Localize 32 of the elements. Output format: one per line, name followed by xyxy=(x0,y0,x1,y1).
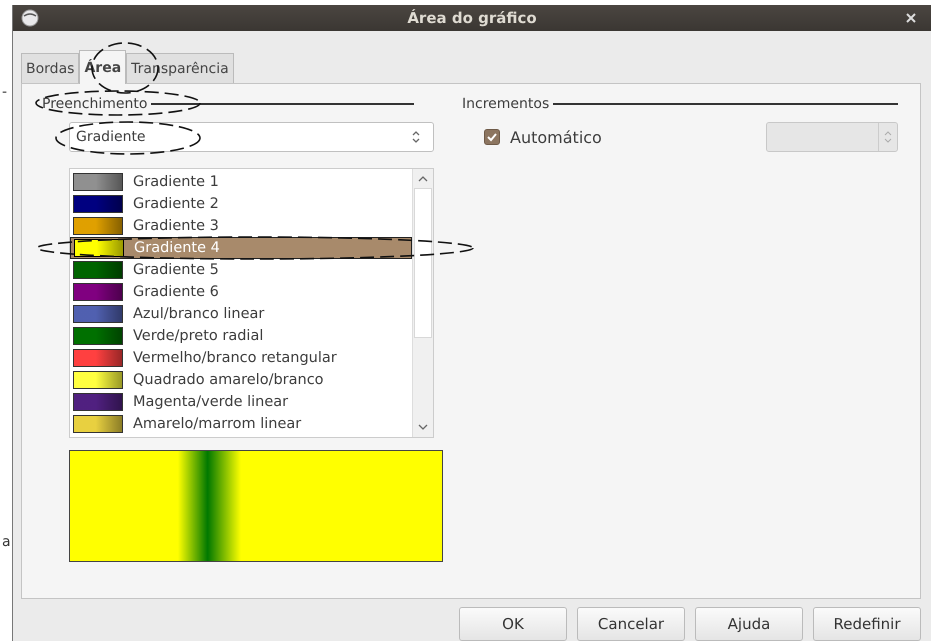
tab[interactable]: Bordas xyxy=(21,53,80,83)
list-item[interactable]: Vermelho/branco retangular xyxy=(70,347,412,369)
app-icon xyxy=(21,9,39,27)
list-item[interactable]: Amarelo/marrom linear xyxy=(70,413,412,435)
list-item[interactable]: Gradiente 5 xyxy=(70,259,412,281)
dialog-button[interactable]: Redefinir xyxy=(813,607,921,641)
window-title: Área do gráfico xyxy=(406,9,538,27)
dialog-button[interactable]: Cancelar xyxy=(577,607,685,641)
list-item[interactable]: Verde/preto radial xyxy=(70,325,412,347)
close-icon[interactable] xyxy=(905,12,917,24)
dialog-button[interactable]: OK xyxy=(459,607,567,641)
check-icon xyxy=(486,131,498,143)
scroll-thumb[interactable] xyxy=(414,188,432,338)
list-item[interactable]: Quadrado amarelo/branco xyxy=(70,369,412,391)
stray-letter: a xyxy=(2,534,11,550)
section-legend: Incrementos xyxy=(462,96,550,112)
list-item[interactable]: Magenta/verde linear xyxy=(70,391,412,413)
dash-mark: - xyxy=(2,84,8,100)
dialog-button[interactable]: Ajuda xyxy=(695,607,803,641)
checkbox[interactable] xyxy=(484,129,500,145)
list-item[interactable]: Gradiente 3 xyxy=(70,215,412,237)
updown-icon xyxy=(884,130,892,144)
section-legend: Preenchimento xyxy=(42,96,148,112)
checkbox-label: Automático xyxy=(510,128,602,146)
fill-type-select[interactable]: Gradiente xyxy=(69,122,434,152)
list-item[interactable]: Gradiente 2 xyxy=(70,193,412,215)
list-item[interactable]: Gradiente 6 xyxy=(70,281,412,303)
list-item[interactable]: Azul/branco linear xyxy=(70,303,412,325)
updown-icon xyxy=(411,129,421,145)
tab[interactable]: Área xyxy=(79,50,126,84)
scrollbar[interactable] xyxy=(412,169,433,437)
list-item[interactable]: Gradiente 1 xyxy=(70,171,412,193)
